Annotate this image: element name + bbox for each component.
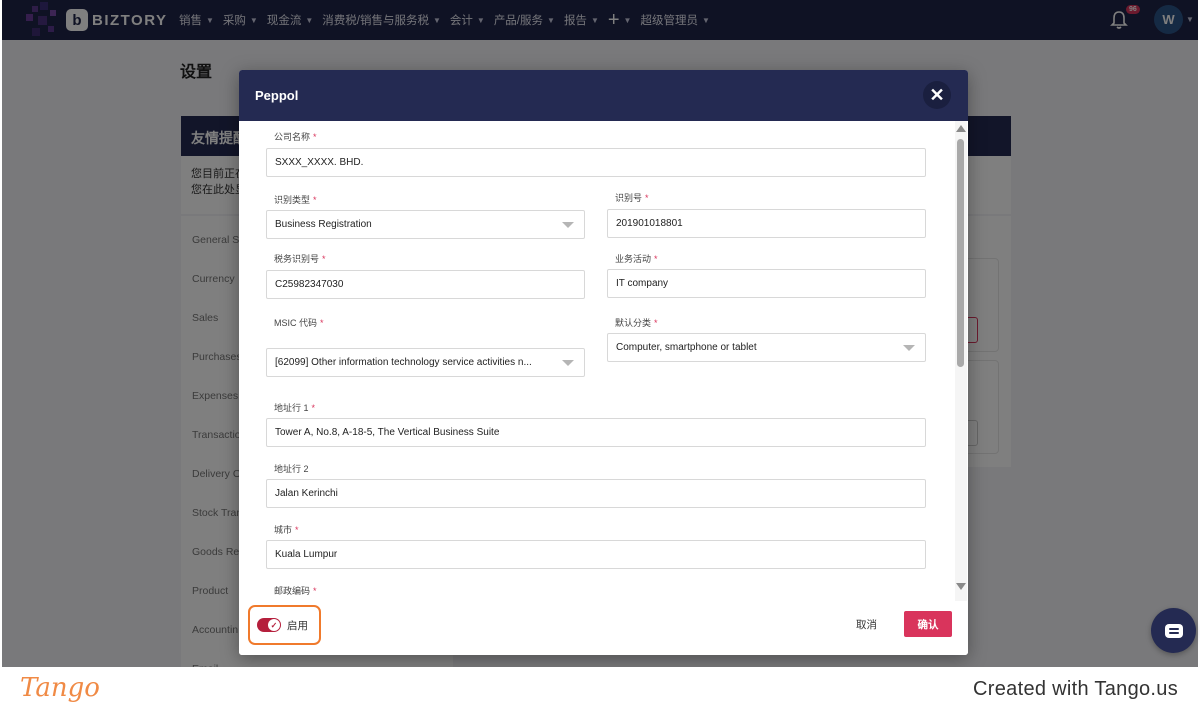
business-activity-field[interactable]: IT company (607, 269, 926, 298)
id-type-select[interactable]: Business Registration (266, 210, 585, 239)
company-name-label-text: 公司名称 (274, 132, 311, 142)
tax-id-label: 税务识别号 * (274, 252, 326, 265)
check-icon: ✓ (268, 619, 280, 631)
enable-toggle[interactable]: ✓ (257, 618, 281, 632)
default-category-select[interactable]: Computer, smartphone or tablet (607, 333, 926, 362)
msic-code-label-text: MSIC 代码 (274, 318, 318, 328)
address1-field[interactable]: Tower A, No.8, A-18-5, The Vertical Busi… (266, 418, 926, 447)
required-mark: * (320, 318, 324, 328)
id-type-value: Business Registration (275, 219, 372, 230)
id-number-field[interactable]: 201901018801 (607, 209, 926, 238)
tax-id-field[interactable]: C25982347030 (266, 270, 585, 299)
enable-toggle-label: 启用 (287, 620, 308, 632)
default-category-label: 默认分类 * (615, 316, 658, 329)
chat-support-button[interactable] (1151, 608, 1196, 653)
required-mark: * (654, 254, 658, 264)
scroll-up-arrow-icon[interactable] (956, 125, 966, 132)
required-mark: * (311, 403, 316, 413)
postcode-label: 邮政编码 * (274, 584, 317, 597)
city-label-text: 城市 (274, 525, 293, 535)
chat-icon (1164, 623, 1183, 638)
address1-label-text: 地址行 1 (274, 403, 309, 413)
address2-label: 地址行 2 (274, 464, 309, 474)
id-type-label-text: 识别类型 (274, 195, 311, 205)
default-category-value: Computer, smartphone or tablet (616, 342, 757, 353)
company-name-field[interactable]: SXXX_XXXX. BHD. (266, 148, 926, 177)
close-icon: ✕ (929, 84, 945, 105)
scroll-down-arrow-icon[interactable] (956, 583, 966, 590)
close-button[interactable]: ✕ (923, 81, 951, 109)
cancel-button[interactable]: 取消 (856, 617, 877, 632)
required-mark: * (313, 195, 317, 205)
required-mark: * (322, 254, 326, 264)
caret-down-icon (562, 222, 574, 228)
id-number-label-text: 识别号 (615, 193, 643, 203)
tax-id-label-text: 税务识别号 (274, 254, 320, 264)
default-category-label-text: 默认分类 (615, 318, 652, 328)
company-name-label: 公司名称 * (274, 130, 317, 143)
tango-credit: Created with Tango.us (973, 678, 1178, 700)
modal-header: Peppol ✕ (239, 70, 968, 121)
msic-code-select[interactable]: [62099] Other information technology ser… (266, 348, 585, 377)
required-mark: * (313, 132, 317, 142)
caret-down-icon (562, 360, 574, 366)
address1-label: 地址行 1 * (274, 401, 315, 414)
caret-down-icon (903, 345, 915, 351)
required-mark: * (313, 586, 317, 596)
city-label: 城市 * (274, 523, 299, 536)
id-type-label: 识别类型 * (274, 193, 317, 206)
peppol-modal: Peppol ✕ 公司名称 * SXXX_XXXX. BHD. 识别类型 * Bus… (239, 70, 968, 655)
business-activity-label: 业务活动 * (615, 252, 658, 265)
required-mark: * (645, 193, 649, 203)
confirm-button[interactable]: 确认 (904, 611, 952, 637)
modal-title: Peppol (255, 88, 299, 103)
modal-footer: ✓ 启用 取消 确认 (239, 601, 968, 655)
enable-toggle-highlight: ✓ 启用 (248, 605, 321, 645)
address2-field[interactable]: Jalan Kerinchi (266, 479, 926, 508)
modal-scrollbar[interactable] (955, 121, 967, 601)
msic-code-label: MSIC 代码 * (274, 316, 324, 329)
city-field[interactable]: Kuala Lumpur (266, 540, 926, 569)
msic-code-value: [62099] Other information technology ser… (275, 357, 532, 368)
required-mark: * (654, 318, 658, 328)
postcode-label-text: 邮政编码 (274, 586, 311, 596)
required-mark: * (295, 525, 299, 535)
tango-footer: Tango Created with Tango.us (0, 667, 1200, 713)
business-activity-label-text: 业务活动 (615, 254, 652, 264)
scrollbar-thumb[interactable] (957, 139, 964, 367)
tango-logo: Tango (20, 673, 100, 703)
id-number-label: 识别号 * (615, 191, 649, 204)
modal-body: 公司名称 * SXXX_XXXX. BHD. 识别类型 * Business Reg… (239, 121, 968, 601)
